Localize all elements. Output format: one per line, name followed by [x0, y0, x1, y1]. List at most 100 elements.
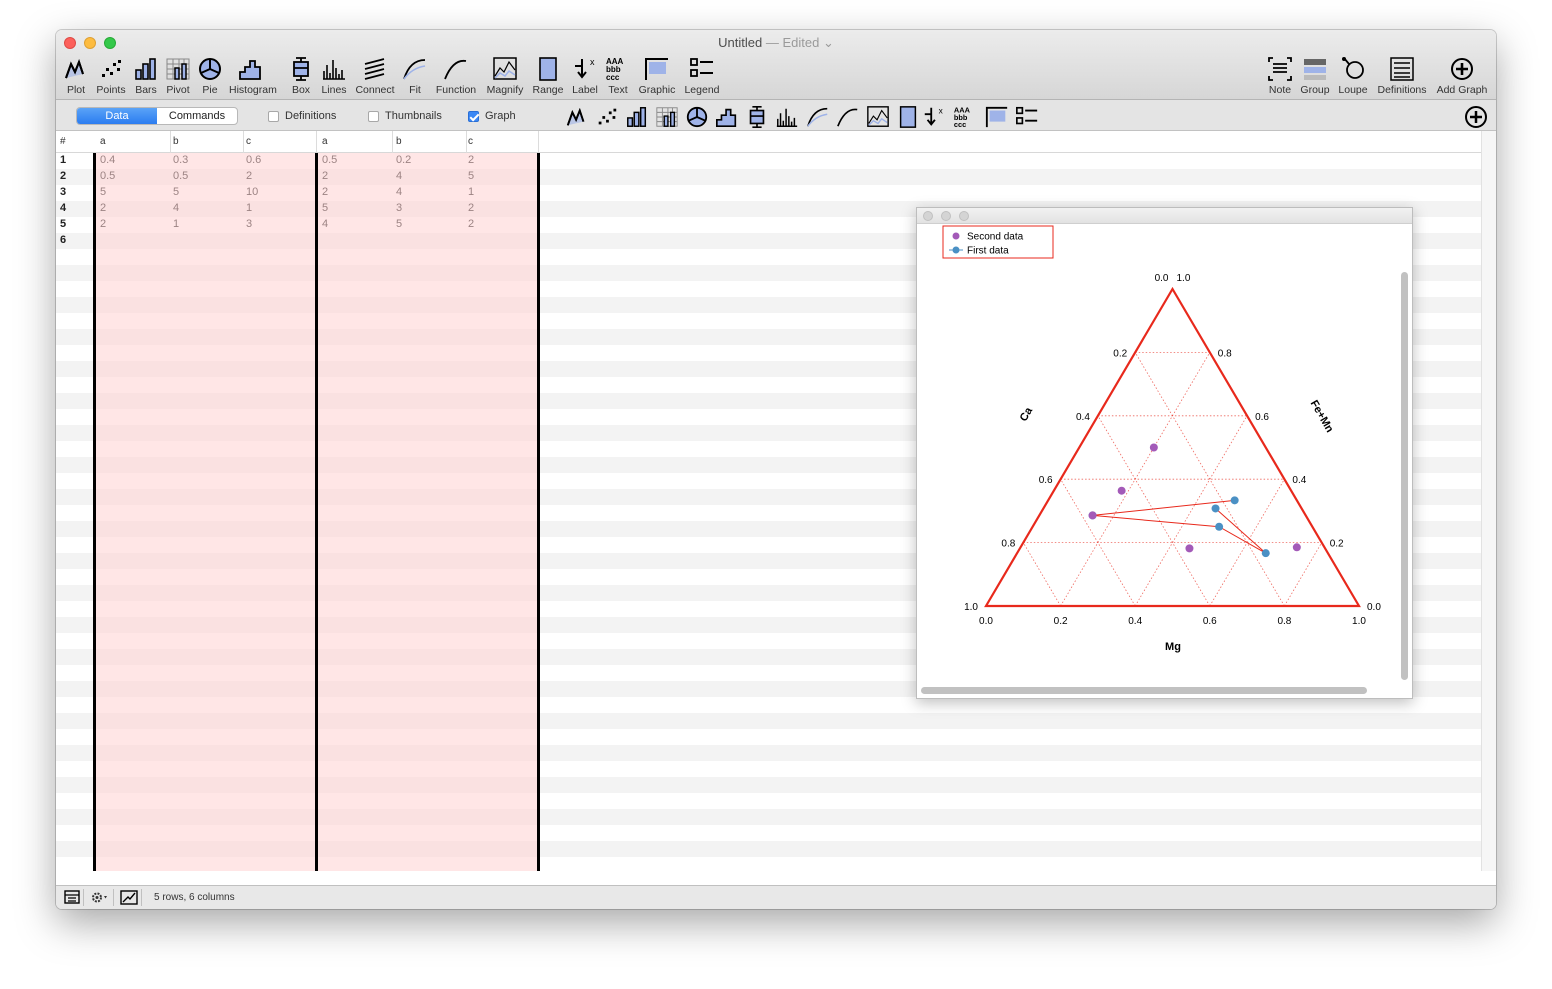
edited-status: — Edited — [765, 35, 820, 50]
graph-checkbox[interactable]: Graph — [468, 110, 516, 122]
toolbar-add-graph-button[interactable]: Add Graph — [1432, 54, 1492, 98]
axis-title-mg: Mg — [1165, 641, 1181, 653]
quick-box-icon[interactable] — [745, 105, 769, 129]
toolbar-text-button[interactable]: AAA bbb ccc Text — [596, 54, 640, 98]
quick-pivot-icon[interactable] — [655, 105, 679, 129]
ternary-plot[interactable]: 0.0 0.2 0.4 0.6 0.8 1.00.00.20.40.60.81.0 0.00… — [917, 224, 1397, 684]
graph-minimize-button[interactable] — [941, 211, 951, 221]
quick-legend-icon[interactable] — [1015, 105, 1039, 129]
legend-marker — [952, 246, 960, 254]
toolbar-label: Function — [435, 84, 477, 96]
column-header[interactable]: c — [468, 136, 473, 147]
vertical-scrollbar[interactable] — [1481, 131, 1496, 871]
function-icon — [444, 59, 467, 80]
axis-title-fe-mn: Fe+Mn — [1308, 398, 1336, 435]
table-view-button[interactable] — [60, 889, 84, 906]
column-header[interactable]: b — [396, 136, 402, 147]
tick-label: 0.6 — [1203, 616, 1217, 627]
toolbar-fit-button[interactable]: Fit — [393, 54, 437, 98]
quick-range-icon[interactable] — [896, 105, 920, 129]
quick-function-icon[interactable] — [836, 105, 860, 129]
graph-window-button[interactable] — [116, 889, 142, 906]
data-point — [1185, 544, 1194, 553]
quick-fit-icon[interactable] — [806, 105, 830, 129]
plot-icon — [65, 59, 84, 79]
toolbar-legend-button[interactable]: Legend — [680, 54, 724, 98]
column-divider — [170, 131, 171, 153]
toolbar-label: Magnify — [486, 84, 524, 96]
toolbar-histogram-button[interactable]: Histogram — [229, 54, 277, 98]
row-number: 1 — [60, 154, 67, 166]
tick-label: 0.2 — [1113, 348, 1127, 359]
quick-points-icon[interactable] — [595, 105, 619, 129]
column-divider — [538, 131, 539, 153]
row-number: 3 — [60, 186, 67, 198]
title-bar: Untitled — Edited ⌄ Plot Points Bars Pivot P… — [56, 30, 1496, 100]
toolbar-pie-button[interactable]: Pie — [188, 54, 232, 98]
checkbox-box — [268, 110, 279, 122]
quick-plot-icon[interactable] — [565, 105, 589, 129]
graph-vertical-scrollbar[interactable] — [1401, 272, 1408, 680]
column-group-divider — [537, 153, 540, 871]
svg-text:ccc: ccc — [954, 120, 966, 129]
graphic-icon — [645, 58, 668, 80]
column-group-divider — [315, 153, 318, 871]
column-divider — [243, 131, 244, 153]
graph-window-titlebar[interactable] — [917, 208, 1412, 224]
tick-label: 0.6 — [1039, 475, 1053, 486]
lines-icon — [323, 60, 345, 80]
definitions-checkbox[interactable]: Definitions — [268, 110, 336, 122]
window-title[interactable]: Untitled — Edited ⌄ — [56, 35, 1496, 51]
column-header[interactable]: c — [246, 136, 251, 147]
label-icon: x — [575, 57, 595, 79]
column-header[interactable]: a — [322, 136, 328, 147]
data-tab[interactable]: Data — [77, 108, 157, 124]
tick-label: 1.0 — [964, 602, 978, 613]
view-segmented-control: Data Commands — [76, 107, 238, 125]
quick-lines-icon[interactable] — [775, 105, 799, 129]
graph-label: Graph — [485, 110, 516, 122]
svg-text:ccc: ccc — [606, 73, 620, 82]
graph-zoom-button[interactable] — [959, 211, 969, 221]
column-group-divider — [93, 153, 96, 871]
graph-horizontal-scrollbar[interactable] — [921, 687, 1367, 694]
thumbnails-checkbox[interactable]: Thumbnails — [368, 110, 442, 122]
toolbar-graphic-button[interactable]: Graphic — [635, 54, 679, 98]
quick-pie-icon[interactable] — [685, 105, 709, 129]
toolbar-function-button[interactable]: Function — [434, 54, 478, 98]
quick-magnify-icon[interactable] — [866, 105, 890, 129]
commands-tab[interactable]: Commands — [157, 108, 237, 124]
graph-window[interactable]: 0.0 0.2 0.4 0.6 0.8 1.0 0.0 0.2 0.4 0.6 0.8 1.0 0.0 0… — [916, 207, 1413, 699]
quick-graphic-icon[interactable] — [985, 105, 1009, 129]
row-number: 5 — [60, 218, 67, 230]
data-point — [1211, 504, 1220, 513]
graph-window-icon — [120, 890, 138, 905]
tick-label: 0.2 — [1054, 616, 1068, 627]
quick-text-icon[interactable]: AAAbbbccc — [953, 105, 977, 129]
toolbar-magnify-button[interactable]: Magnify — [483, 54, 527, 98]
column-header[interactable]: a — [100, 136, 106, 147]
graph-close-button[interactable] — [923, 211, 933, 221]
row-number: 6 — [60, 234, 67, 246]
quick-bars-icon[interactable] — [625, 105, 649, 129]
tick-label: 1.0 — [1177, 273, 1191, 284]
status-text: 5 rows, 6 columns — [154, 892, 235, 903]
toolbar-label: Graphic — [638, 84, 676, 96]
toolbar-connect-button[interactable]: Connect — [353, 54, 397, 98]
gear-icon — [92, 892, 107, 903]
toolbar-lines-button[interactable]: Lines — [312, 54, 356, 98]
tick-label: 0.4 — [1292, 475, 1306, 486]
settings-menu-button[interactable] — [86, 889, 114, 906]
column-divider — [316, 131, 317, 153]
grid-line — [1022, 542, 1061, 607]
toolbar-label: Histogram — [229, 84, 277, 96]
toolbar-definitions-button[interactable]: Definitions — [1372, 54, 1432, 98]
column-group-highlight — [94, 153, 316, 871]
add-graph-icon[interactable] — [1464, 105, 1488, 129]
quick-histogram-icon[interactable] — [715, 105, 739, 129]
toolbar-label: Text — [608, 84, 628, 96]
column-header[interactable]: b — [173, 136, 179, 147]
chevron-down-icon: ⌄ — [822, 35, 834, 50]
quick-label-icon[interactable]: x — [922, 105, 946, 129]
checkbox-box — [368, 110, 379, 122]
